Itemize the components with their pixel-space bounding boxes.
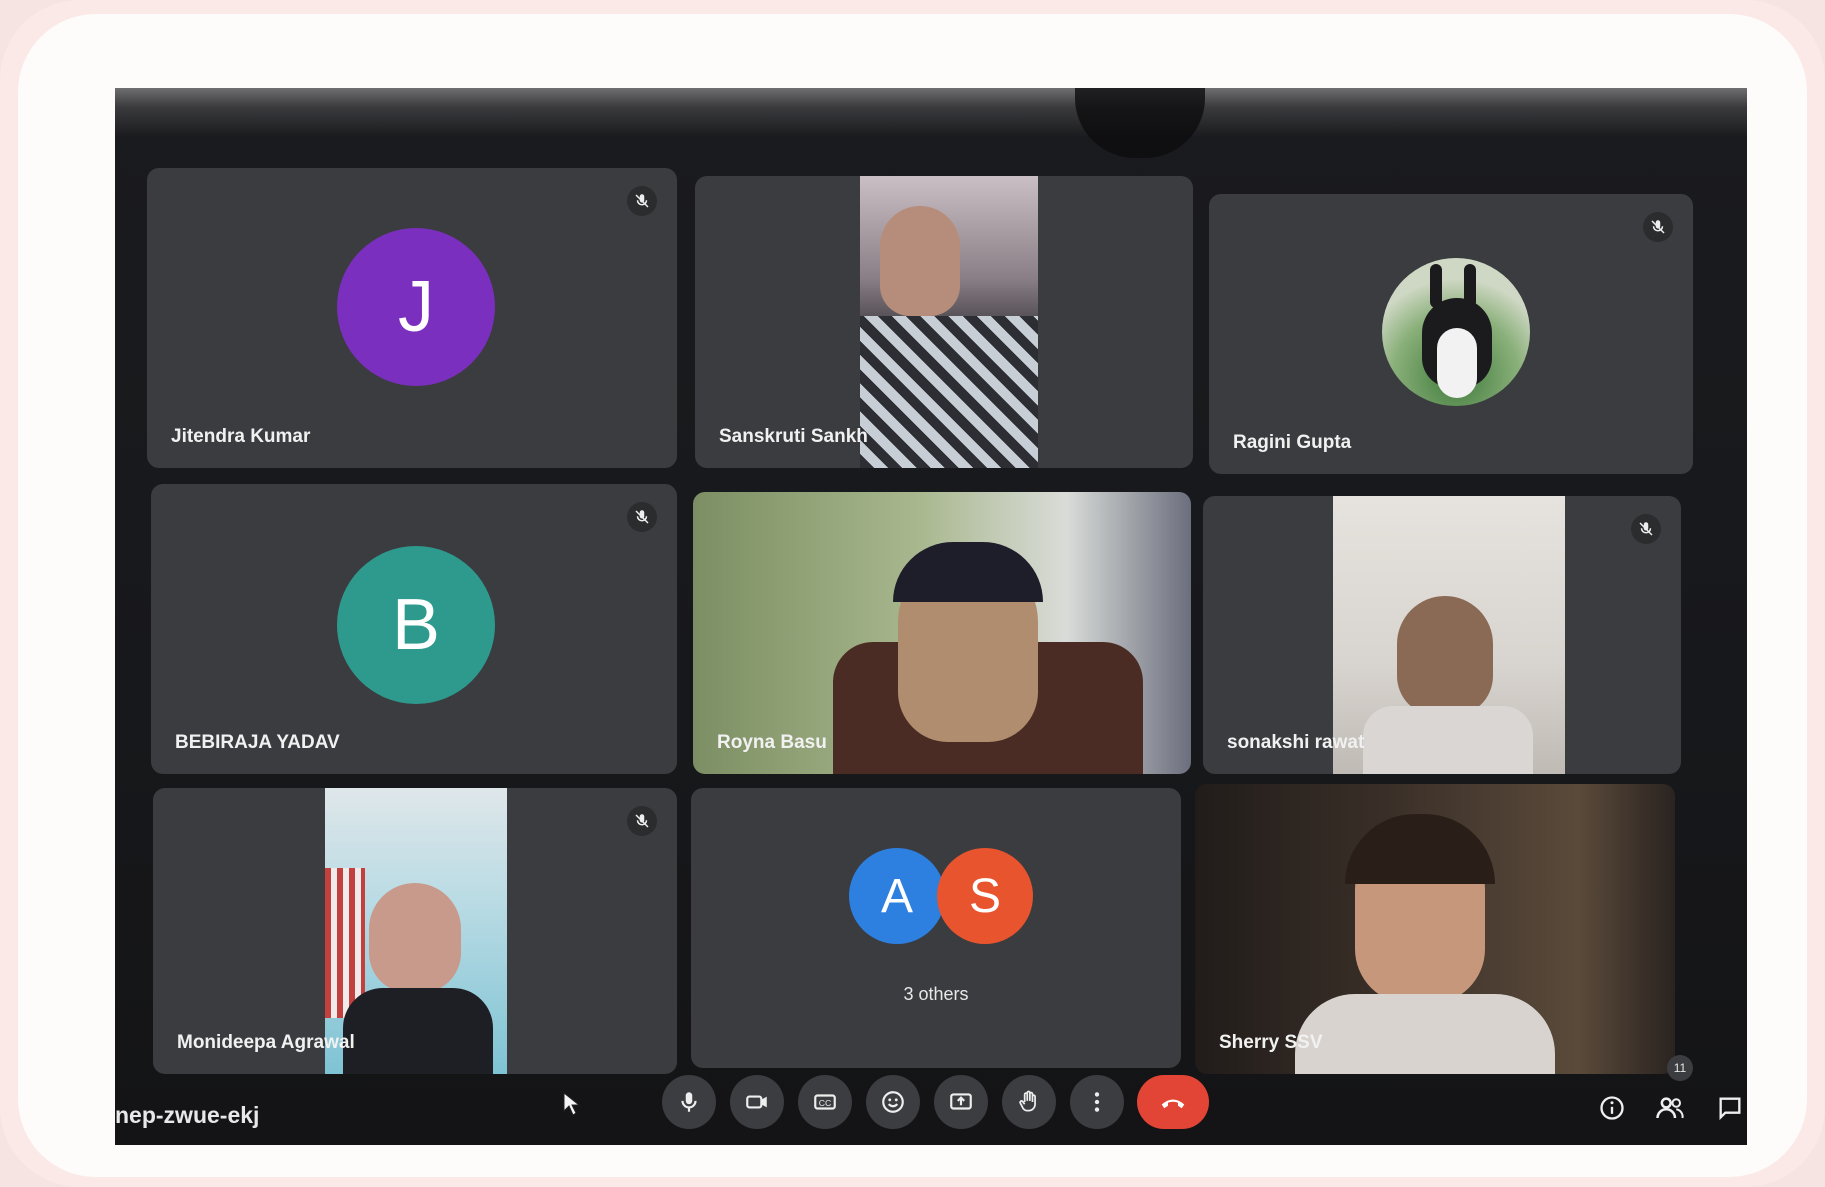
mic-off-icon [1631,514,1661,544]
participant-hair [1345,814,1495,884]
emoji-icon [882,1091,904,1113]
participant-name: Ragini Gupta [1233,432,1352,453]
present-icon [950,1093,972,1110]
cursor-icon [562,1091,582,1122]
participant-tile-royna[interactable]: Royna Basu [693,492,1191,774]
participant-tile-bebiraja[interactable]: B BEBIRAJA YADAV [151,484,677,774]
screen-top-glare [115,88,1747,136]
participant-name: BEBIRAJA YADAV [175,732,340,753]
mic-icon [681,1092,697,1112]
participant-name: Royna Basu [717,732,827,753]
participant-hair [893,542,1043,602]
more-options-button[interactable] [1070,1075,1124,1129]
captions-button[interactable]: CC [798,1075,852,1129]
participant-name: Sherry SSV [1219,1032,1323,1053]
people-icon [1656,1097,1684,1119]
avatar: J [337,228,495,386]
raise-hand-icon [1019,1090,1036,1112]
participant-tile-monideepa[interactable]: Monideepa Agrawal [153,788,677,1074]
participant-name: Jitendra Kumar [171,426,311,447]
meeting-controls-bar: nep-zwue-ekj CC 11 [115,1055,1747,1145]
meet-screen: J Jitendra Kumar Sanskruti Sankh Ragini … [115,88,1747,1145]
others-count-label: 3 others [903,984,969,1004]
meeting-code: nep-zwue-ekj [115,1102,260,1128]
participant-tile-sanskruti[interactable]: Sanskruti Sankh [695,176,1193,468]
participant-tile-others[interactable]: A S 3 others [691,788,1181,1068]
photo-card: J Jitendra Kumar Sanskruti Sankh Ragini … [18,14,1807,1177]
participant-video [1333,496,1565,774]
people-button[interactable] [1653,1091,1687,1125]
participant-tile-sherry[interactable]: Sherry SSV [1195,784,1675,1074]
svg-text:CC: CC [819,1098,832,1108]
reflection-shadow [1075,88,1205,158]
avatar: B [337,546,495,704]
chat-icon [1719,1097,1741,1121]
mic-button[interactable] [662,1075,716,1129]
info-button[interactable] [1595,1091,1629,1125]
participant-tile-ragini[interactable]: Ragini Gupta [1209,194,1693,474]
mic-off-icon [1643,212,1673,242]
leave-call-button[interactable] [1137,1075,1209,1129]
participant-name: Monideepa Agrawal [177,1032,355,1053]
mic-off-icon [627,186,657,216]
mic-off-icon [627,806,657,836]
leave-call-icon [1161,1099,1185,1109]
participant-count-badge: 11 [1667,1055,1693,1081]
present-button[interactable] [934,1075,988,1129]
raise-hand-button[interactable] [1002,1075,1056,1129]
avatar-s: S [937,848,1033,944]
mic-off-icon [627,502,657,532]
participant-tile-sonakshi[interactable]: sonakshi rawat [1203,496,1681,774]
participant-name: Sanskruti Sankh [719,426,868,447]
info-icon [1600,1096,1624,1120]
more-icon [1094,1092,1100,1112]
rabbit-avatar-image [1382,258,1530,406]
camera-icon [746,1095,767,1109]
participant-name: sonakshi rawat [1227,732,1365,753]
participant-tile-jitendra[interactable]: J Jitendra Kumar [147,168,677,468]
avatar-initial: J [398,267,434,347]
avatar-initial: B [391,585,441,665]
participant-video [860,176,1038,468]
captions-icon: CC [814,1094,836,1110]
emoji-button[interactable] [866,1075,920,1129]
photo-frame: J Jitendra Kumar Sanskruti Sankh Ragini … [0,0,1825,1187]
camera-button[interactable] [730,1075,784,1129]
chat-button[interactable] [1713,1091,1747,1125]
avatar-a: A [849,848,945,944]
